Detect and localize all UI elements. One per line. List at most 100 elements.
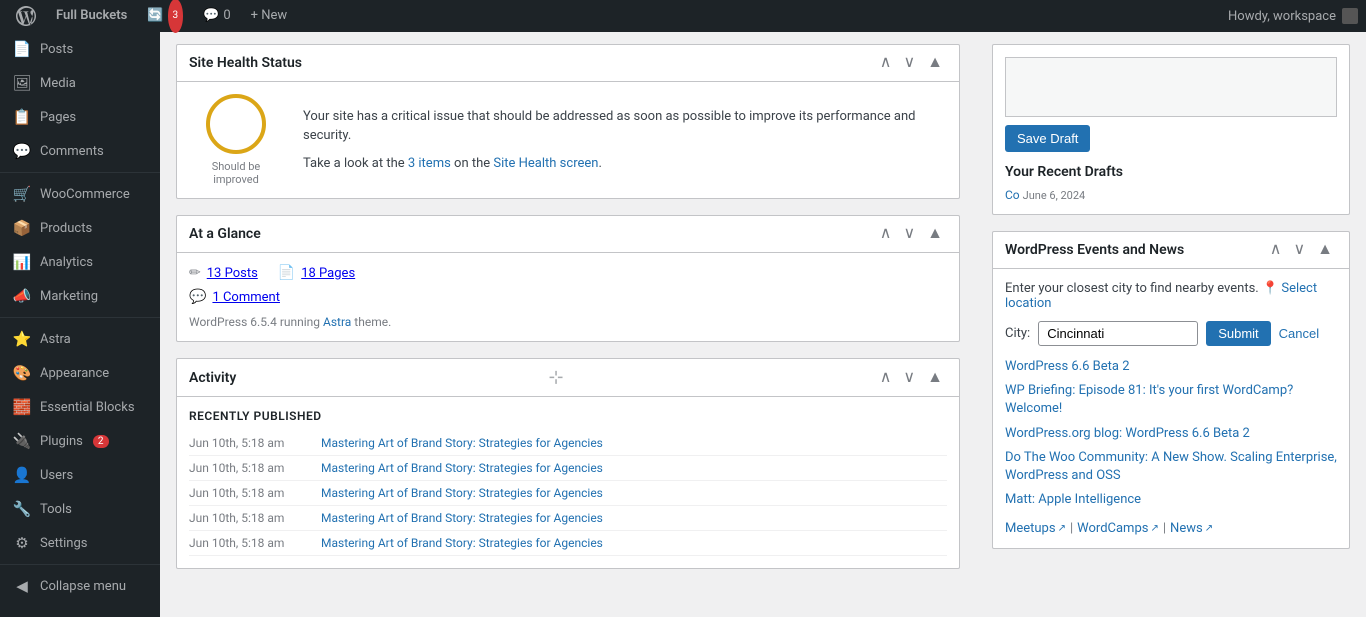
sidebar-item-marketing[interactable]: 📣 Marketing [0,279,160,313]
news-link[interactable]: WP Briefing: Episode 81: It's your first… [1005,382,1337,418]
sidebar-item-astra[interactable]: ⭐ Astra [0,322,160,356]
drafts-section-title: Your Recent Drafts [1005,164,1337,180]
sidebar-item-tools[interactable]: 🔧 Tools [0,492,160,526]
users-icon: 👤 [12,466,32,484]
meetups-link[interactable]: Meetups ↗ [1005,521,1066,536]
sidebar-item-woocommerce[interactable]: 🛒 WooCommerce [0,177,160,211]
collapse-up-button[interactable]: ∧ [876,53,896,73]
health-items-count-link[interactable]: 3 items [408,156,451,171]
activity-post-link[interactable]: Mastering Art of Brand Story: Strategies… [321,436,603,450]
activity-post-link[interactable]: Mastering Art of Brand Story: Strategies… [321,486,603,500]
comments-link[interactable]: 💬 0 [195,0,239,32]
wp-logo-link[interactable] [8,6,44,26]
menu-separator [0,564,160,565]
sidebar-item-label: Marketing [40,289,98,304]
activity-time: Jun 10th, 5:18 am [189,511,309,525]
city-row: City: Submit Cancel [1005,321,1337,346]
page-icon: 📄 [278,265,295,281]
news-link[interactable]: News ↗ [1170,521,1213,536]
sidebar-item-plugins[interactable]: 🔌 Plugins 2 [0,424,160,458]
collapse-down-button[interactable]: ∨ [1289,240,1309,260]
theme-link[interactable]: Astra [323,315,351,329]
sidebar-item-users[interactable]: 👤 Users [0,458,160,492]
activity-time: Jun 10th, 5:18 am [189,536,309,550]
remove-widget-button[interactable]: ▲ [923,53,947,73]
appearance-icon: 🎨 [12,364,32,382]
remove-widget-button[interactable]: ▲ [923,224,947,244]
collapse-down-button[interactable]: ∨ [899,368,919,388]
updates-link[interactable]: 🔄 3 [139,0,191,33]
activity-body: Recently Published Jun 10th, 5:18 am Mas… [177,397,959,568]
drag-handle[interactable]: ⊹ [548,367,563,388]
external-link-icon: ↗ [1150,523,1158,534]
submit-button[interactable]: Submit [1206,321,1270,346]
sidebar-item-label: Media [40,76,76,91]
news-link[interactable]: Matt: Apple Intelligence [1005,491,1337,509]
health-status-label: Should be improved [189,160,283,186]
pages-stat: 📄 18 Pages [278,265,355,281]
at-a-glance-body: ✏ 13 Posts 📄 18 Pages 💬 1 Comment WordPr… [177,253,959,341]
post-icon: ✏ [189,265,201,281]
collapse-label: Collapse menu [40,579,126,594]
remove-widget-button[interactable]: ▲ [1313,240,1337,260]
widget-controls: ∧ ∨ ▲ [876,53,947,73]
recently-published-section: Recently Published Jun 10th, 5:18 am Mas… [189,409,947,556]
collapse-up-button[interactable]: ∧ [876,368,896,388]
howdy-text: Howdy, workspace [1228,9,1336,24]
at-a-glance-widget: At a Glance ∧ ∨ ▲ ✏ 13 Posts 📄 18 Pages [176,215,960,342]
widget-controls: ∧ ∨ ▲ [876,368,947,388]
new-content-link[interactable]: + New [243,0,296,32]
pages-count-link[interactable]: 18 Pages [301,266,355,281]
city-input[interactable] [1038,321,1198,346]
site-health-header: Site Health Status ∧ ∨ ▲ [177,45,959,82]
news-link[interactable]: WordPress.org blog: WordPress 6.6 Beta 2 [1005,425,1337,443]
activity-title: Activity [189,370,236,386]
draft-link[interactable]: Co [1005,188,1020,202]
draft-item: Co June 6, 2024 [1005,188,1337,202]
activity-post-link[interactable]: Mastering Art of Brand Story: Strategies… [321,461,603,475]
activity-time: Jun 10th, 5:18 am [189,436,309,450]
site-name-link[interactable]: Full Buckets [48,0,135,32]
tools-icon: 🔧 [12,500,32,518]
sidebar-item-pages[interactable]: 📋 Pages [0,100,160,134]
posts-count-link[interactable]: 13 Posts [207,266,258,281]
activity-post-link[interactable]: Mastering Art of Brand Story: Strategies… [321,511,603,525]
remove-widget-button[interactable]: ▲ [923,368,947,388]
comments-count: 0 [223,0,230,32]
essential-blocks-icon: 🧱 [12,398,32,416]
sidebar-item-label: Analytics [40,255,93,270]
news-link[interactable]: Do The Woo Community: A New Show. Scalin… [1005,449,1337,485]
sidebar-item-appearance[interactable]: 🎨 Appearance [0,356,160,390]
sidebar-item-media[interactable]: 🖼 Media [0,66,160,100]
sidebar-item-settings[interactable]: ⚙ Settings [0,526,160,560]
activity-post-link[interactable]: Mastering Art of Brand Story: Strategies… [321,536,603,550]
table-row: Jun 10th, 5:18 am Mastering Art of Brand… [189,431,947,456]
cancel-button[interactable]: Cancel [1279,326,1319,341]
admin-bar: Full Buckets 🔄 3 💬 0 + New Howdy, worksp… [0,0,1366,32]
posts-stat: ✏ 13 Posts [189,265,258,281]
collapse-up-button[interactable]: ∧ [876,224,896,244]
site-health-screen-link[interactable]: Site Health screen [493,156,598,171]
sidebar-item-analytics[interactable]: 📊 Analytics [0,245,160,279]
sidebar-item-comments[interactable]: 💬 Comments [0,134,160,168]
health-status: Should be improved Your site has a criti… [189,94,947,186]
collapse-menu-button[interactable]: ◀ Collapse menu [0,569,160,603]
sidebar-item-products[interactable]: 📦 Products [0,211,160,245]
table-row: Jun 10th, 5:18 am Mastering Art of Brand… [189,506,947,531]
sidebar-item-posts[interactable]: 📄 Posts [0,32,160,66]
comments-icon: 💬 [203,0,219,32]
table-row: Jun 10th, 5:18 am Mastering Art of Brand… [189,456,947,481]
health-circle-container: Should be improved [189,94,283,186]
collapse-down-button[interactable]: ∨ [899,53,919,73]
collapse-down-button[interactable]: ∨ [899,224,919,244]
products-icon: 📦 [12,219,32,237]
comments-count-link[interactable]: 1 Comment [212,290,280,305]
news-link[interactable]: WordPress 6.6 Beta 2 [1005,358,1337,376]
footer-links: Meetups ↗ | WordCamps ↗ | News ↗ [1005,521,1337,536]
save-draft-button[interactable]: Save Draft [1005,125,1090,152]
sidebar-item-essential-blocks[interactable]: 🧱 Essential Blocks [0,390,160,424]
footer-separator: | [1070,521,1073,536]
comments-stat: 💬 1 Comment [189,289,947,305]
wordcamps-link[interactable]: WordCamps ↗ [1077,521,1159,536]
collapse-up-button[interactable]: ∧ [1266,240,1286,260]
